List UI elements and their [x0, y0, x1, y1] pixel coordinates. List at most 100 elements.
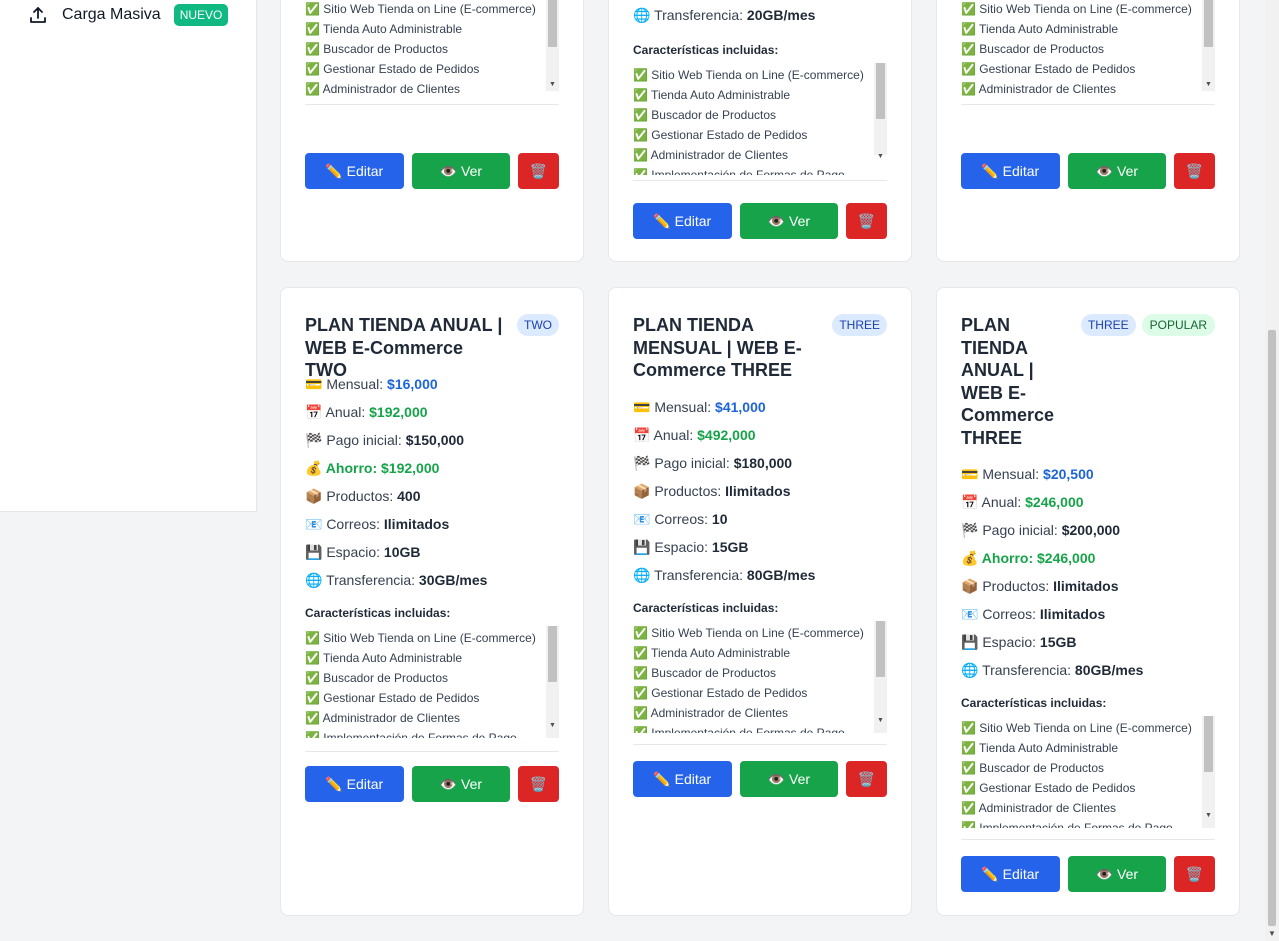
features-section: Características incluidas: ✅ Sitio Web T… [633, 601, 887, 745]
edit-button[interactable]: ✏️ Editar [305, 153, 404, 189]
delete-button[interactable]: 🗑️ [518, 153, 559, 189]
badge-group: THREE [832, 314, 887, 336]
edit-button[interactable]: ✏️ Editar [961, 856, 1060, 892]
page-scroll-thumb[interactable] [1268, 330, 1276, 926]
features-scrollbar[interactable]: ▲ ▼ [546, 0, 559, 91]
feature-item: ✅ Buscador de Productos [961, 761, 1105, 775]
info-row-anual: 📅 Anual: $492,000 [633, 427, 756, 443]
tier-badge: THREE [1080, 314, 1136, 336]
feature-item: ✅ Implementación de Formas de Pago [305, 731, 517, 738]
feature-item: ✅ Buscador de Productos [633, 666, 777, 680]
info-row-productos: 📦 Productos: 400 [305, 488, 421, 504]
delete-button[interactable]: 🗑️ [1174, 856, 1215, 892]
feature-item: ✅ Administrador de Clientes [305, 82, 461, 96]
info-row-correos: 📧 Correos: 10 [633, 511, 728, 527]
scroll-down-icon[interactable]: ▼ [1202, 809, 1215, 822]
scroll-thumb[interactable] [548, 0, 557, 47]
card-header: PLAN TIENDA MENSUAL | WEB E-Commerce THR… [633, 314, 887, 382]
upload-icon [28, 5, 48, 25]
feature-item: ✅ Sitio Web Tienda on Line (E-commerce) [961, 2, 1192, 16]
info-row-pago-inicial: 🏁 Pago inicial: $180,000 [633, 455, 793, 471]
feature-item: ✅ Implementación de Formas de Pago [633, 726, 845, 733]
feature-item: ✅ Sitio Web Tienda on Line (E-commerce) [961, 721, 1192, 735]
scroll-thumb[interactable] [876, 621, 885, 677]
card-actions: ✏️ Editar 👁️ Ver 🗑️ [305, 153, 559, 189]
info-row-ahorro: 💰 Ahorro: $192,000 [305, 460, 440, 476]
scroll-down-icon[interactable]: ▼ [874, 714, 887, 727]
info-row-transferencia: 🌐 Transferencia: 30GB/mes [305, 572, 488, 588]
edit-button[interactable]: ✏️ Editar [633, 761, 732, 797]
delete-button[interactable]: 🗑️ [846, 761, 887, 797]
features-title: Características incluidas: [633, 43, 779, 57]
features-title: Características incluidas: [305, 606, 451, 620]
view-button[interactable]: 👁️ Ver [739, 761, 839, 797]
card-header: PLAN TIENDA ANUAL | WEB E-Commerce TWO T… [305, 314, 559, 382]
feature-item: ✅ Buscador de Productos [305, 671, 449, 685]
edit-button[interactable]: ✏️ Editar [305, 766, 404, 802]
delete-button[interactable]: 🗑️ [518, 766, 559, 802]
features-scrollbar[interactable]: ▲ ▼ [874, 63, 887, 160]
card-header: PLAN TIENDA ANUAL | WEB E-Commerce THREE… [961, 314, 1215, 449]
feature-item: ✅ Administrador de Clientes [305, 711, 461, 725]
feature-item: ✅ Gestionar Estado de Pedidos [305, 691, 480, 705]
features-list-box[interactable]: Características incluidas: ✅ Sitio Web T… [961, 0, 1215, 105]
info-row-correos: 📧 Correos: Ilimitados [305, 516, 450, 532]
scroll-down-icon[interactable]: ▼ [1202, 78, 1215, 91]
tier-badge: TWO [517, 314, 559, 336]
info-row-correos: 📧 Correos: Ilimitados [961, 606, 1106, 622]
scroll-thumb[interactable] [1204, 0, 1213, 47]
info-row-ahorro: 💰 Ahorro: $246,000 [961, 550, 1096, 566]
delete-button[interactable]: 🗑️ [1174, 153, 1215, 189]
plan-info: 💳 Mensual: $41,000 📅 Anual: $492,000 🏁 P… [633, 397, 887, 593]
features-scrollbar[interactable]: ▲ ▼ [546, 626, 559, 738]
features-list-box[interactable]: ✅ Sitio Web Tienda on Line (E-commerce) … [633, 63, 887, 181]
features-list-box[interactable]: ✅ Sitio Web Tienda on Line (E-commerce) … [305, 626, 559, 752]
feature-item: ✅ Gestionar Estado de Pedidos [305, 62, 480, 76]
features-list-box[interactable]: ✅ Sitio Web Tienda on Line (E-commerce) … [961, 716, 1215, 840]
features-scrollbar[interactable]: ▲ ▼ [874, 621, 887, 733]
info-row-productos: 📦 Productos: Ilimitados [633, 483, 791, 499]
info-row-espacio: 💾 Espacio: 15GB [633, 539, 749, 555]
plan-card: 🌐 Transferencia: 20GB/mes Característica… [608, 0, 912, 262]
feature-item: ✅ Sitio Web Tienda on Line (E-commerce) [633, 68, 864, 82]
features-list-box[interactable]: ✅ Sitio Web Tienda on Line (E-commerce) … [633, 621, 887, 745]
scroll-thumb[interactable] [1204, 716, 1213, 772]
view-button[interactable]: 👁️ Ver [1067, 856, 1167, 892]
feature-item: ✅ Tienda Auto Administrable [305, 22, 463, 36]
sidebar-item-carga-masiva[interactable]: Carga Masiva NUEVO [28, 2, 229, 28]
scroll-thumb[interactable] [548, 626, 557, 682]
view-button[interactable]: 👁️ Ver [411, 153, 511, 189]
feature-item: ✅ Gestionar Estado de Pedidos [961, 62, 1136, 76]
scroll-down-icon[interactable]: ▼ [546, 78, 559, 91]
scroll-down-icon[interactable]: ▼ [874, 150, 887, 163]
scroll-down-icon[interactable]: ▼ [546, 719, 559, 732]
info-row-transferencia: 🌐 Transferencia: 80GB/mes [633, 567, 816, 583]
features-section: Características incluidas: ✅ Sitio Web T… [305, 0, 559, 105]
edit-button[interactable]: ✏️ Editar [961, 153, 1060, 189]
feature-item: ✅ Tienda Auto Administrable [961, 741, 1119, 755]
features-list: ✅ Sitio Web Tienda on Line (E-commerce) … [305, 626, 559, 738]
feature-item: ✅ Tienda Auto Administrable [633, 88, 791, 102]
feature-item: ✅ Sitio Web Tienda on Line (E-commerce) [305, 2, 536, 16]
scroll-thumb[interactable] [876, 63, 885, 119]
info-row-espacio: 💾 Espacio: 10GB [305, 544, 421, 560]
edit-button[interactable]: ✏️ Editar [633, 203, 732, 239]
view-button[interactable]: 👁️ Ver [411, 766, 511, 802]
card-actions: ✏️ Editar 👁️ Ver 🗑️ [633, 203, 887, 239]
scroll-down-icon[interactable]: ▼ [1265, 927, 1279, 941]
info-row-espacio: 💾 Espacio: 15GB [961, 634, 1077, 650]
plan-card: Características incluidas: ✅ Sitio Web T… [936, 0, 1240, 262]
features-list: ✅ Sitio Web Tienda on Line (E-commerce) … [961, 0, 1215, 101]
view-button[interactable]: 👁️ Ver [1067, 153, 1167, 189]
features-scrollbar[interactable]: ▲ ▼ [1202, 0, 1215, 91]
features-list: ✅ Sitio Web Tienda on Line (E-commerce) … [961, 716, 1215, 828]
feature-item: ✅ Tienda Auto Administrable [961, 22, 1119, 36]
features-scrollbar[interactable]: ▲ ▼ [1202, 716, 1215, 828]
badge-group: THREE POPULAR [1080, 314, 1215, 336]
delete-button[interactable]: 🗑️ [846, 203, 887, 239]
page-scrollbar[interactable]: ▼ [1265, 0, 1279, 941]
view-button[interactable]: 👁️ Ver [739, 203, 839, 239]
badge-group: TWO [517, 314, 559, 336]
features-list: ✅ Sitio Web Tienda on Line (E-commerce) … [633, 621, 887, 733]
features-list-box[interactable]: Características incluidas: ✅ Sitio Web T… [305, 0, 559, 105]
